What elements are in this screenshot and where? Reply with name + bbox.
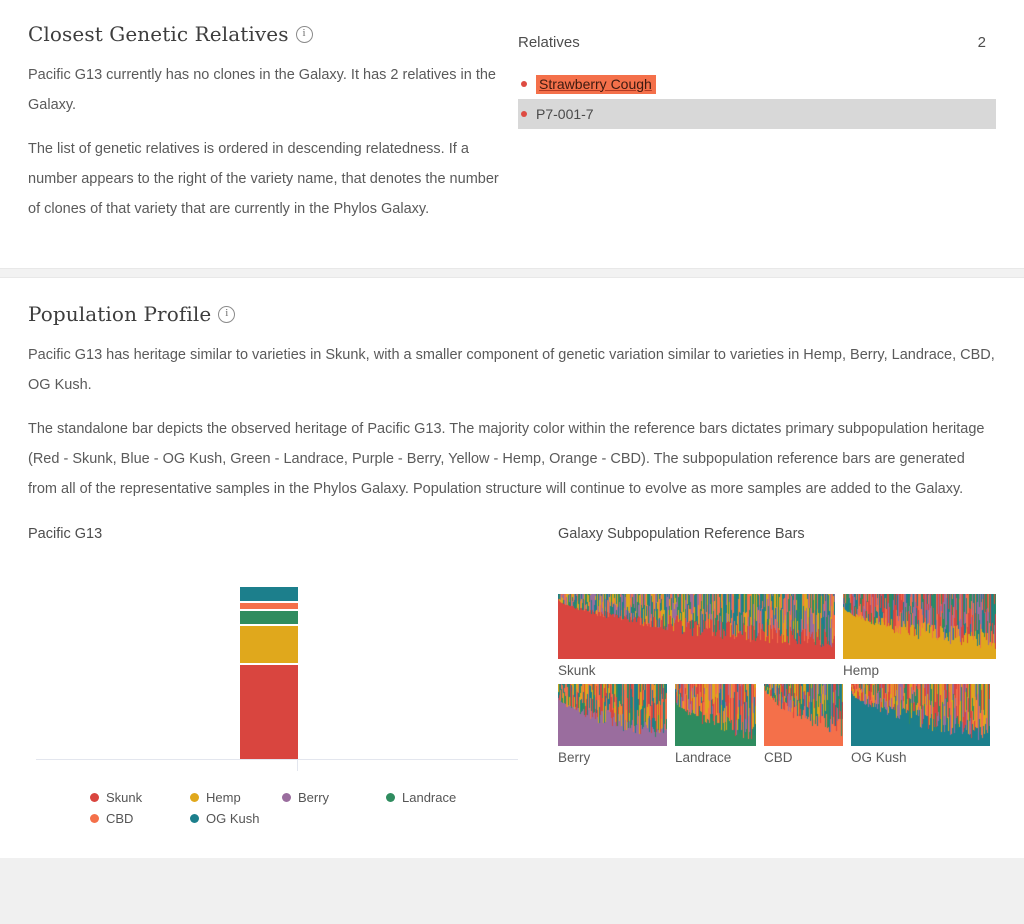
charts-row: Pacific G13 Skunk Hemp Berry Landrace CB… (28, 526, 996, 832)
reference-bar-label-skunk: Skunk (558, 663, 596, 678)
axis-line (36, 759, 518, 760)
legend-row-1: Skunk Hemp Berry Landrace (90, 790, 528, 805)
legend-item-skunk[interactable]: Skunk (90, 790, 190, 805)
reference-bar-hemp[interactable]: Hemp (843, 594, 996, 678)
reference-bar-label-berry: Berry (558, 750, 591, 765)
legend-label-skunk: Skunk (106, 790, 143, 805)
legend-item-hemp[interactable]: Hemp (190, 790, 282, 805)
reference-bar-label-og-kush: OG Kush (851, 750, 907, 765)
relatives-count: 2 (977, 34, 986, 51)
bar-segment-hemp[interactable] (240, 623, 298, 663)
legend-label-landrace: Landrace (402, 790, 457, 805)
info-icon[interactable]: i (295, 25, 313, 43)
bullet-icon (521, 111, 527, 117)
reference-bar-plot-landrace[interactable] (675, 684, 756, 746)
population-profile-card: Population Profile i Pacific G13 has her… (0, 278, 1024, 858)
reference-bars-chart: Galaxy Subpopulation Reference Bars Skun… (528, 526, 996, 832)
reference-bar-plot-skunk[interactable] (558, 594, 835, 659)
list-item[interactable]: Strawberry Cough (518, 69, 996, 99)
reference-bar-plot-berry[interactable] (558, 684, 667, 746)
bar-segment-cbd[interactable] (240, 600, 298, 609)
relative-name[interactable]: Strawberry Cough (536, 74, 656, 94)
population-profile-heading-text: Population Profile (28, 302, 212, 326)
chart-legend: Skunk Hemp Berry Landrace CBD OG Kush (28, 790, 528, 826)
relatives-label: Relatives (518, 34, 580, 51)
relatives-list: Strawberry Cough P7-001-7 (518, 69, 996, 129)
section-divider (0, 268, 1024, 278)
legend-dot-og-kush (190, 814, 199, 823)
legend-label-hemp: Hemp (206, 790, 241, 805)
reference-bar-label-hemp: Hemp (843, 663, 880, 678)
bar-segment-skunk[interactable] (240, 662, 298, 759)
legend-item-cbd[interactable]: CBD (90, 811, 190, 826)
reference-bars-bottom-row: Berry Landrace CBD OG Kush (558, 684, 996, 765)
standalone-bar-chart: Pacific G13 Skunk Hemp Berry Landrace CB… (28, 526, 528, 832)
relatives-text-column: Closest Genetic Relatives i Pacific G13 … (28, 22, 518, 238)
legend-dot-skunk (90, 793, 99, 802)
population-paragraph-1: Pacific G13 has heritage similar to vari… (28, 347, 995, 393)
relatives-paragraph-2: The list of genetic relatives is ordered… (28, 141, 499, 217)
axis-tick (297, 760, 298, 771)
reference-chart-title: Galaxy Subpopulation Reference Bars (558, 526, 805, 542)
legend-item-berry[interactable]: Berry (282, 790, 386, 805)
legend-dot-cbd (90, 814, 99, 823)
legend-dot-hemp (190, 793, 199, 802)
reference-bar-plot-og-kush[interactable] (851, 684, 990, 746)
reference-bar-cbd[interactable]: CBD (764, 684, 843, 765)
legend-row-2: CBD OG Kush (90, 811, 528, 826)
reference-bar-plot-hemp[interactable] (843, 594, 996, 659)
legend-label-og-kush: OG Kush (206, 811, 260, 826)
info-icon[interactable]: i (218, 305, 236, 323)
legend-item-landrace[interactable]: Landrace (386, 790, 456, 805)
legend-label-cbd: CBD (106, 811, 134, 826)
reference-bar-landrace[interactable]: Landrace (675, 684, 756, 765)
relatives-paragraph-1: Pacific G13 currently has no clones in t… (28, 67, 496, 113)
reference-bar-plot-cbd[interactable] (764, 684, 843, 746)
bar-segment-landrace[interactable] (240, 608, 298, 624)
reference-bars-top-row: Skunk Hemp (558, 594, 996, 678)
closest-genetic-relatives-card: Closest Genetic Relatives i Pacific G13 … (0, 0, 1024, 268)
reference-bar-label-landrace: Landrace (675, 750, 732, 765)
bullet-icon (521, 81, 527, 87)
legend-dot-landrace (386, 793, 395, 802)
reference-bar-skunk[interactable]: Skunk (558, 594, 835, 678)
reference-bar-berry[interactable]: Berry (558, 684, 667, 765)
reference-bar-label-cbd: CBD (764, 750, 793, 765)
reference-bar-og-kush[interactable]: OG Kush (851, 684, 990, 765)
bar-segment-og-kush[interactable] (240, 585, 298, 601)
relative-name[interactable]: P7-001-7 (536, 106, 594, 122)
legend-item-og-kush[interactable]: OG Kush (190, 811, 259, 826)
population-paragraph-2: The standalone bar depicts the observed … (28, 421, 985, 497)
legend-dot-berry (282, 793, 291, 802)
relatives-list-header: Relatives 2 (518, 34, 996, 51)
stacked-bar[interactable] (240, 585, 298, 759)
relatives-list-column: Relatives 2 Strawberry Cough P7-001-7 (518, 22, 996, 238)
population-profile-title: Population Profile i (28, 302, 996, 326)
list-item[interactable]: P7-001-7 (518, 99, 996, 129)
page-title: Closest Genetic Relatives i (28, 22, 506, 46)
legend-label-berry: Berry (298, 790, 330, 805)
standalone-bar-plot-area (28, 550, 528, 780)
standalone-chart-title: Pacific G13 (28, 526, 103, 542)
closest-genetic-relatives-title: Closest Genetic Relatives (28, 22, 289, 46)
